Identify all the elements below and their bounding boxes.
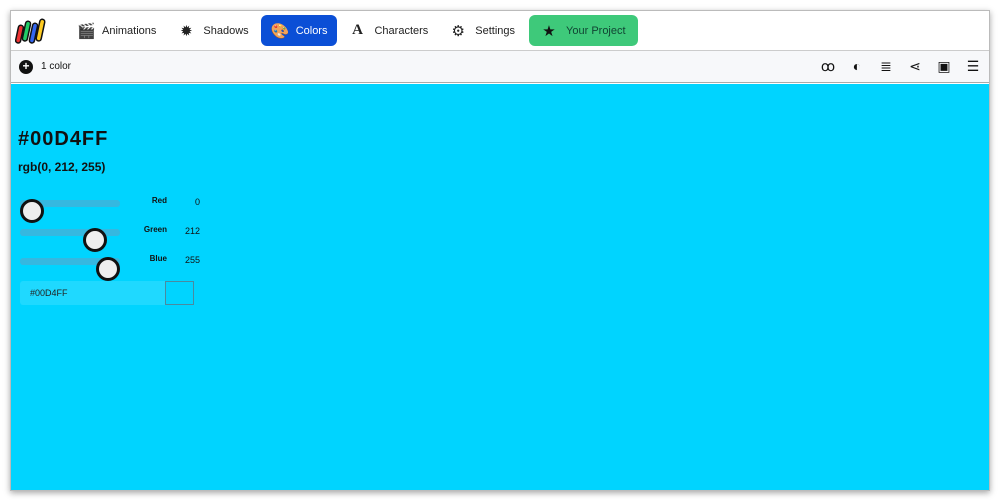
share-icon[interactable]: ⋖ — [907, 58, 923, 75]
nav-label: Your Project — [566, 24, 626, 37]
color-swatch[interactable] — [165, 281, 194, 305]
nav-label: Shadows — [203, 24, 249, 37]
gear-icon: ⚙ — [451, 22, 465, 40]
green-slider[interactable] — [20, 228, 120, 252]
channel-value: 255 — [184, 255, 200, 265]
channel-label: Green — [143, 225, 167, 234]
menu-icon[interactable]: ☰ — [965, 58, 981, 75]
nav-characters[interactable]: A Characters — [339, 15, 438, 46]
nav-label: Settings — [475, 24, 516, 37]
add-color-button[interactable]: +1 color — [19, 59, 72, 74]
rgb-subtitle: rgb(0, 212, 255) — [18, 160, 106, 174]
nav-animations[interactable]: 🎬 Animations — [67, 15, 166, 46]
nav-label: Animations — [102, 24, 157, 37]
channel-value: 0 — [194, 197, 200, 207]
hex-input[interactable] — [20, 281, 166, 305]
nav-settings[interactable]: ⚙ Settings — [440, 15, 525, 46]
scroll-icon[interactable]: ≣ — [878, 58, 894, 75]
plus-circle-icon: + — [19, 59, 33, 74]
color-count: 1 color — [41, 61, 72, 72]
top-nav: 🎬 Animations ✹ Shadows 🎨 Colors A Characters… — [11, 11, 989, 51]
color-canvas: #00D4FF rgb(0, 212, 255) Red 0 Green 212 B… — [11, 84, 989, 490]
nav-label: Characters — [374, 24, 429, 37]
clapperboard-icon: 🎬 — [77, 22, 96, 40]
hex-title: #00D4FF — [18, 128, 109, 150]
slider-handle[interactable] — [20, 199, 44, 223]
contrast-icon[interactable]: ◐ — [849, 58, 865, 75]
green-row: Green 212 — [20, 221, 200, 252]
slider-handle[interactable] — [83, 228, 108, 252]
font-icon: A — [352, 22, 363, 38]
toolbar: +1 color ꝏ ◐ ≣ ⋖ ▣ ☰ — [11, 51, 989, 83]
app-window: 🎬 Animations ✹ Shadows 🎨 Colors A Characters… — [10, 10, 990, 491]
channel-value: 212 — [184, 226, 200, 236]
red-row: Red 0 — [20, 192, 200, 223]
blue-row: Blue 255 — [20, 250, 200, 281]
nav-shadows[interactable]: ✹ Shadows — [168, 15, 258, 46]
channel-label: Blue — [149, 254, 167, 263]
star-icon: ★ — [542, 22, 556, 40]
red-slider[interactable] — [20, 199, 120, 223]
nav-colors[interactable]: 🎨 Colors — [260, 15, 338, 46]
save-icon[interactable]: ▣ — [936, 58, 952, 75]
slider-handle[interactable] — [96, 257, 120, 281]
your-project-button[interactable]: ★ Your Project — [529, 15, 638, 46]
palette-icon: 🎨 — [270, 22, 290, 40]
sun-gear-icon: ✹ — [180, 22, 193, 40]
channel-label: Red — [151, 196, 167, 205]
nav-label: Colors — [295, 24, 328, 37]
app-logo[interactable] — [15, 16, 49, 46]
blue-slider[interactable] — [20, 257, 120, 281]
glasses-icon[interactable]: ꝏ — [820, 58, 836, 75]
